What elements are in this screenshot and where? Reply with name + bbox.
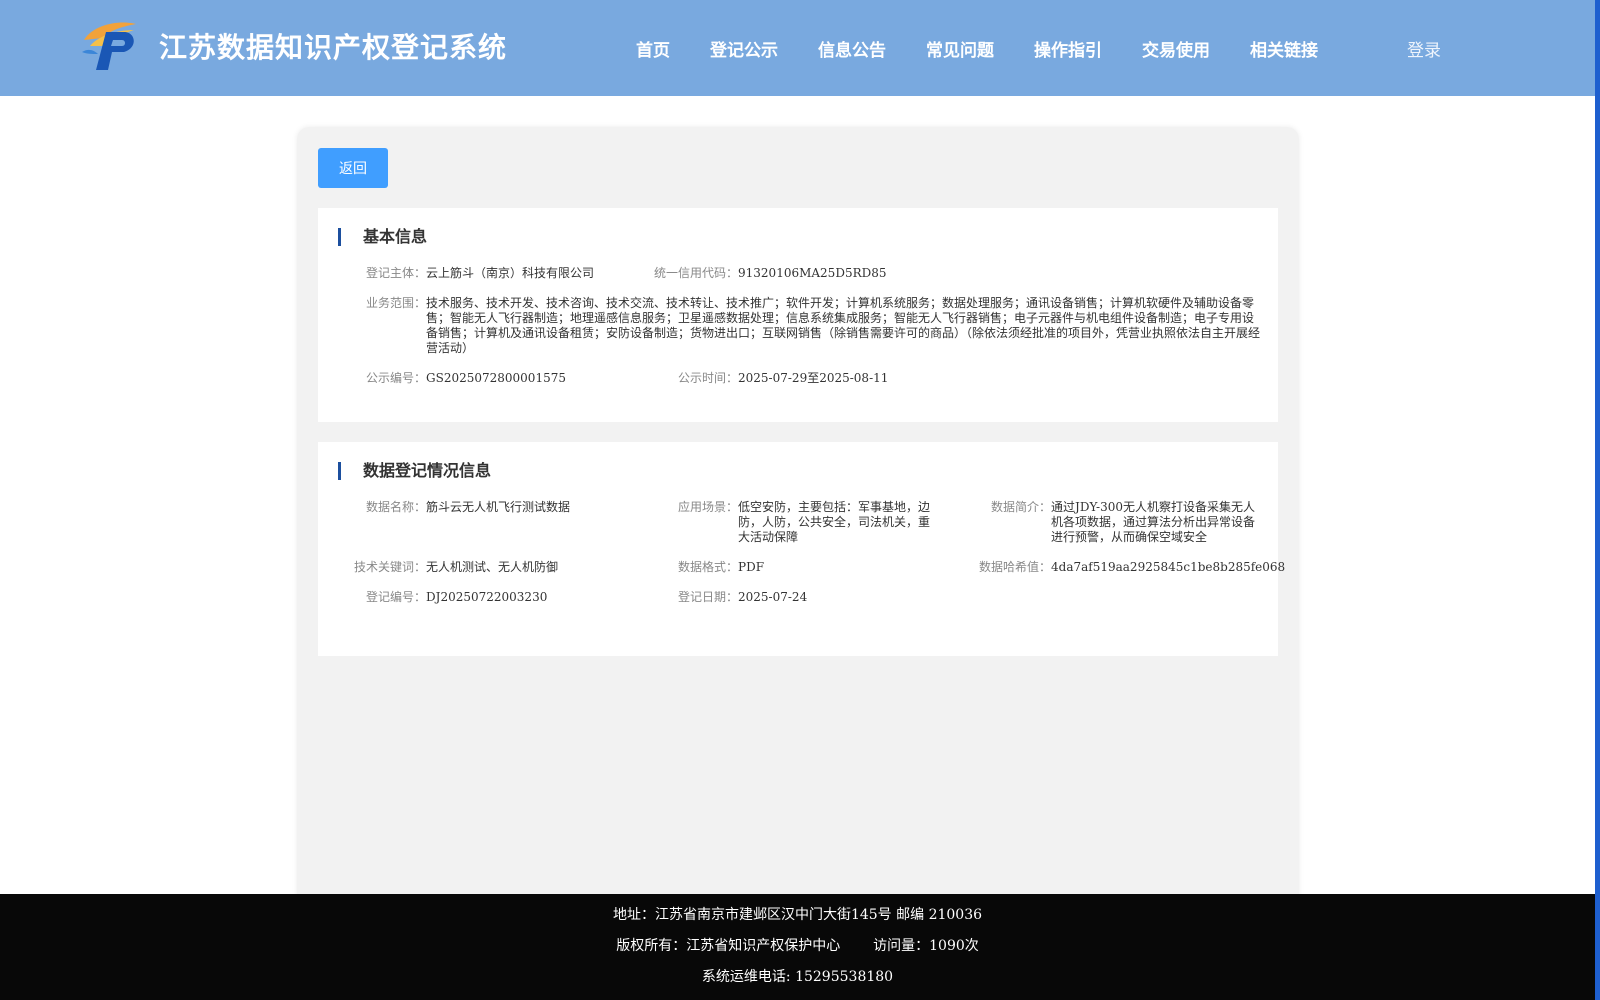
hash-label: 数据哈希值： bbox=[979, 560, 1052, 574]
footer-copyright-line: 版权所有：江苏省知识产权保护中心 访问量：1090次 bbox=[0, 935, 1595, 955]
reg-date-value: 2025-07-24 bbox=[738, 590, 808, 604]
main-nav: 首页 登记公示 信息公告 常见问题 操作指引 交易使用 相关链接 bbox=[636, 36, 1358, 61]
footer-visits: 访问量：1090次 bbox=[873, 938, 979, 954]
right-edge-bar bbox=[1595, 0, 1600, 1000]
reg-date-label: 登记日期： bbox=[678, 590, 739, 604]
hash-value: 4da7af519aa2925845c1be8b285fe068 bbox=[1051, 560, 1286, 574]
keywords-value: 无人机测试、无人机防御 bbox=[426, 560, 559, 574]
nav-faq[interactable]: 常见问题 bbox=[926, 36, 994, 61]
notice-time-value: 2025-07-29至2025-08-11 bbox=[738, 371, 889, 385]
nav-announcements[interactable]: 信息公告 bbox=[818, 36, 886, 61]
site-logo[interactable] bbox=[80, 18, 140, 72]
data-registration-title: 数据登记情况信息 bbox=[338, 462, 491, 480]
data-registration-card: 数据登记情况信息 数据名称： 筋斗云无人机飞行测试数据 应用场景： 低空安防，主… bbox=[318, 442, 1285, 656]
scene-value: 低空安防，主要包括：军事基地，边防，人防，公共安全，司法机关，重大活动保障 bbox=[738, 500, 931, 544]
format-value: PDF bbox=[738, 560, 765, 574]
field-notice-no: 公示编号： GS2025072800001575 bbox=[366, 371, 566, 386]
field-subject: 登记主体： 云上筋斗（南京）科技有限公司 bbox=[366, 266, 594, 281]
login-link[interactable]: 登录 bbox=[1407, 36, 1441, 61]
field-reg-date: 登记日期： 2025-07-24 bbox=[678, 590, 807, 605]
field-business-scope: 业务范围： 技术服务、技术开发、技术咨询、技术交流、技术转让、技术推广；软件开发… bbox=[366, 296, 1264, 356]
footer-address: 地址：江苏省南京市建邺区汉中门大街145号 邮编 210036 bbox=[612, 907, 983, 923]
scope-value: 技术服务、技术开发、技术咨询、技术交流、技术转让、技术推广；软件开发；计算机系统… bbox=[426, 296, 1261, 355]
credit-code-value: 91320106MA25D5RD85 bbox=[738, 266, 887, 280]
footer-hotline: 系统运维电话: 15295538180 bbox=[701, 969, 894, 985]
field-keywords: 技术关键词： 无人机测试、无人机防御 bbox=[354, 560, 558, 575]
field-data-hash: 数据哈希值： 4da7af519aa2925845c1be8b285fe068 bbox=[979, 560, 1285, 575]
scene-label: 应用场景： bbox=[678, 500, 739, 514]
intro-value: 通过JDY-300无人机察打设备采集无人机各项数据，通过算法分析出异常设备进行预… bbox=[1051, 500, 1256, 544]
format-label: 数据格式： bbox=[678, 560, 739, 574]
nav-registration-notice[interactable]: 登记公示 bbox=[710, 36, 778, 61]
subject-label: 登记主体： bbox=[366, 266, 427, 280]
back-button[interactable]: 返回 bbox=[318, 148, 388, 188]
field-reg-no: 登记编号： DJ20250722003230 bbox=[366, 590, 547, 605]
notice-time-label: 公示时间： bbox=[678, 371, 739, 385]
footer-copyright: 版权所有：江苏省知识产权保护中心 bbox=[616, 938, 841, 954]
site-title: 江苏数据知识产权登记系统 bbox=[159, 31, 508, 64]
basic-info-card: 基本信息 登记主体： 云上筋斗（南京）科技有限公司 统一信用代码： 913201… bbox=[318, 208, 1278, 422]
field-data-intro: 数据简介： 通过JDY-300无人机察打设备采集无人机各项数据，通过算法分析出异… bbox=[991, 500, 1259, 545]
keywords-label: 技术关键词： bbox=[354, 560, 427, 574]
detail-panel: 返回 基本信息 登记主体： 云上筋斗（南京）科技有限公司 统一信用代码： 913… bbox=[297, 127, 1299, 907]
field-credit-code: 统一信用代码： 91320106MA25D5RD85 bbox=[654, 266, 887, 281]
nav-guide[interactable]: 操作指引 bbox=[1034, 36, 1102, 61]
data-name-label: 数据名称： bbox=[366, 500, 427, 514]
nav-trading[interactable]: 交易使用 bbox=[1142, 36, 1210, 61]
subject-value: 云上筋斗（南京）科技有限公司 bbox=[426, 266, 595, 280]
field-notice-time: 公示时间： 2025-07-29至2025-08-11 bbox=[678, 371, 888, 386]
scope-label: 业务范围： bbox=[366, 296, 427, 310]
credit-code-label: 统一信用代码： bbox=[654, 266, 739, 280]
notice-no-value: GS2025072800001575 bbox=[426, 371, 566, 385]
data-name-value: 筋斗云无人机飞行测试数据 bbox=[426, 500, 571, 514]
site-header: 江苏数据知识产权登记系统 首页 登记公示 信息公告 常见问题 操作指引 交易使用… bbox=[0, 0, 1595, 96]
nav-links[interactable]: 相关链接 bbox=[1250, 36, 1318, 61]
reg-no-label: 登记编号： bbox=[366, 590, 427, 604]
field-data-name: 数据名称： 筋斗云无人机飞行测试数据 bbox=[366, 500, 570, 515]
field-data-format: 数据格式： PDF bbox=[678, 560, 764, 575]
field-application-scene: 应用场景： 低空安防，主要包括：军事基地，边防，人防，公共安全，司法机关，重大活… bbox=[678, 500, 933, 545]
basic-info-title: 基本信息 bbox=[338, 228, 427, 246]
intro-label: 数据简介： bbox=[991, 500, 1052, 514]
notice-no-label: 公示编号： bbox=[366, 371, 427, 385]
reg-no-value: DJ20250722003230 bbox=[426, 590, 548, 604]
nav-home[interactable]: 首页 bbox=[636, 36, 670, 61]
site-footer: 地址：江苏省南京市建邺区汉中门大街145号 邮编 210036 版权所有：江苏省… bbox=[0, 894, 1595, 1000]
